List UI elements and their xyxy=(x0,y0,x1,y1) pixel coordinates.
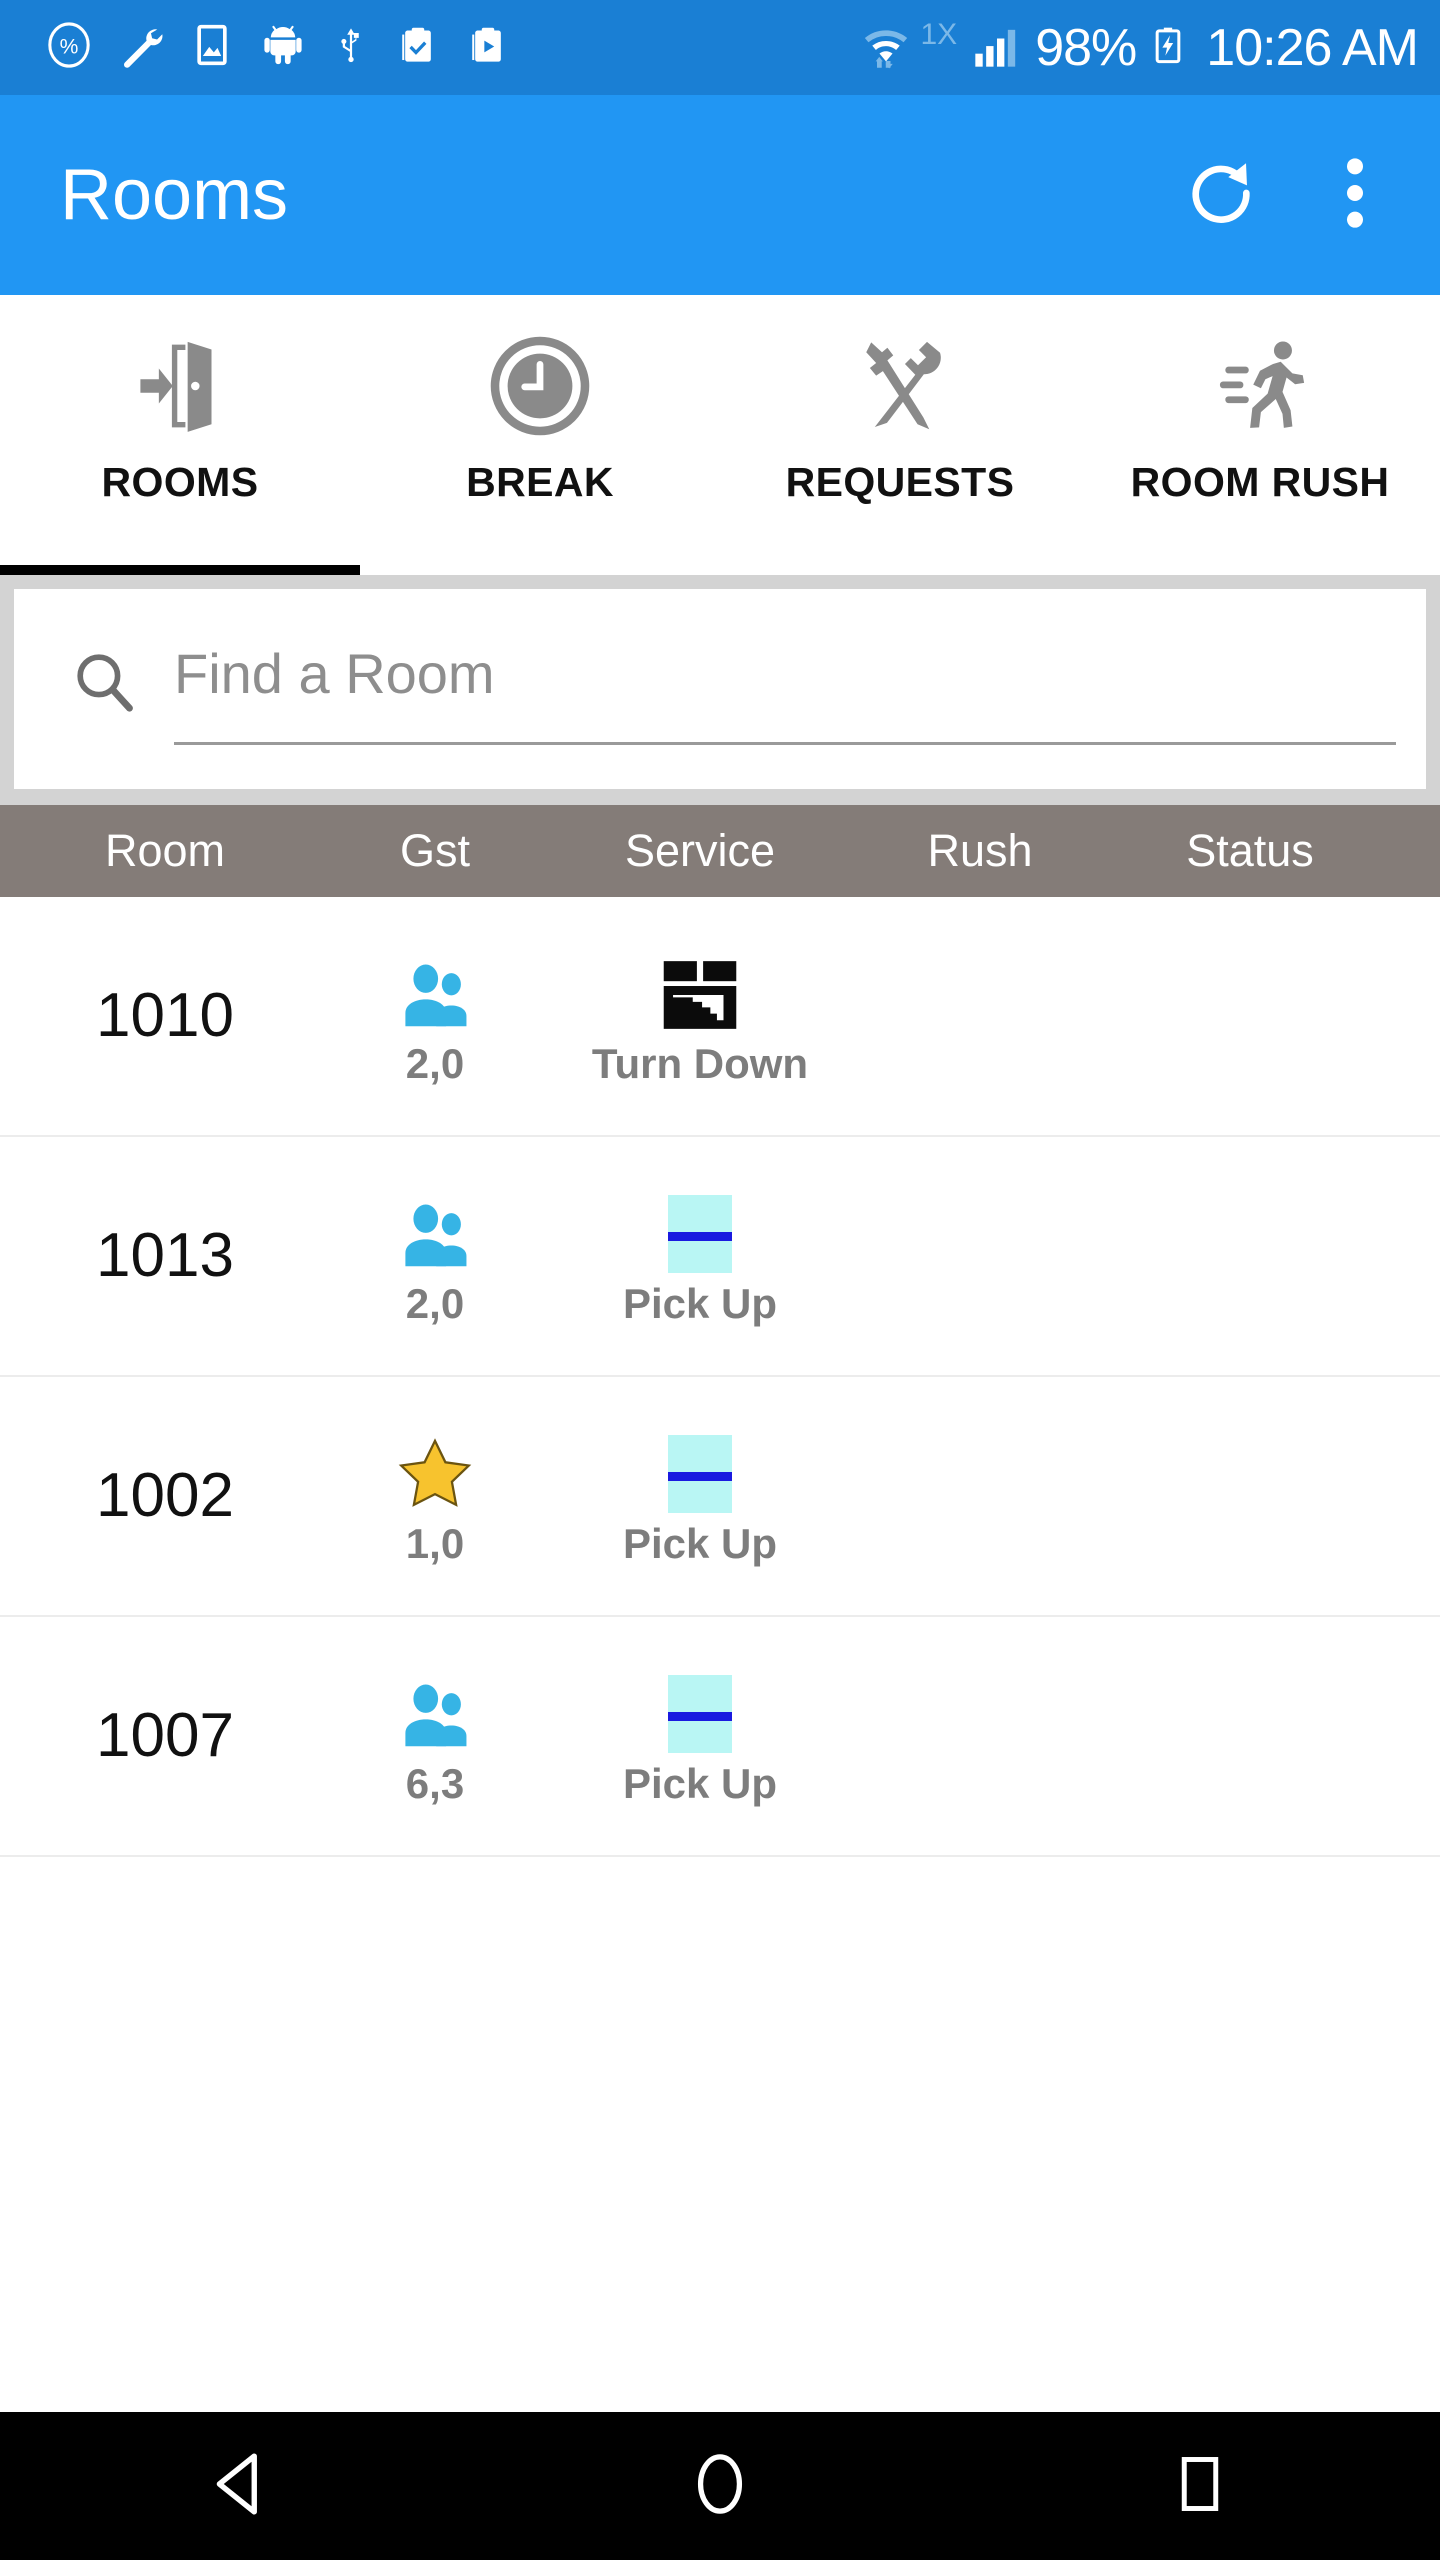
room-number-cell: 1002 xyxy=(0,1465,330,1527)
column-header-rush: Rush xyxy=(927,825,1033,876)
back-button[interactable] xyxy=(150,2412,330,2560)
guest-cell: 2,0 xyxy=(330,947,540,1085)
search-field xyxy=(174,641,1396,745)
tab-label: REQUESTS xyxy=(785,459,1015,505)
tab-label: BREAK xyxy=(466,459,614,505)
tab-label: ROOMS xyxy=(101,459,259,505)
table-row[interactable]: 1002 1,0 Pick Up xyxy=(0,1377,1440,1617)
home-button[interactable] xyxy=(630,2412,810,2560)
refresh-icon xyxy=(1183,155,1259,236)
system-navigation-bar xyxy=(0,2412,1440,2560)
tab-label: ROOM RUSH xyxy=(1130,459,1390,505)
table-row[interactable]: 1010 2,0 Turn Down xyxy=(0,897,1440,1137)
battery-charging-icon xyxy=(1148,16,1188,79)
room-number: 1010 xyxy=(96,981,234,1050)
room-number: 1013 xyxy=(96,1221,234,1290)
table-header-row: Room Gst Service Rush Status xyxy=(0,805,1440,897)
two-people-icon xyxy=(394,1667,476,1753)
pick-up-icon xyxy=(668,1667,732,1753)
service-cell: Pick Up xyxy=(540,1427,860,1565)
room-number: 1007 xyxy=(96,1701,234,1770)
svg-text:%: % xyxy=(60,36,79,59)
guest-count: 2,0 xyxy=(405,1280,465,1327)
page-title: Rooms xyxy=(60,155,289,235)
room-list: 1010 2,0 Turn Down 1013 2,0 Pick Up 1002… xyxy=(0,897,1440,2412)
guest-cell: 6,3 xyxy=(330,1667,540,1805)
two-people-icon xyxy=(394,947,476,1033)
search-input[interactable] xyxy=(174,641,1396,706)
wrench-icon xyxy=(118,20,164,75)
bed-turn-down-icon xyxy=(658,947,742,1033)
column-header-service: Service xyxy=(624,825,776,876)
status-bar-clock: 10:26 AM xyxy=(1206,18,1419,77)
guest-cell: 2,0 xyxy=(330,1187,540,1325)
column-header-room: Room xyxy=(104,825,226,876)
room-number-cell: 1013 xyxy=(0,1225,330,1287)
battery-percent-label: 98% xyxy=(1035,18,1137,77)
recents-square-icon xyxy=(1165,2442,1235,2531)
guest-cell: 1,0 xyxy=(330,1427,540,1565)
room-number-cell: 1007 xyxy=(0,1705,330,1767)
status-bar: % 1X 98% 10:26 AM xyxy=(0,0,1440,95)
status-bar-notification-icons: % xyxy=(46,20,859,75)
app-bar: Rooms xyxy=(0,95,1440,295)
table-row[interactable]: 1013 2,0 Pick Up xyxy=(0,1137,1440,1377)
service-label: Pick Up xyxy=(622,1760,778,1807)
wifi-icon xyxy=(859,17,913,78)
search-section xyxy=(0,575,1440,805)
clipboard-play-icon xyxy=(466,20,510,75)
service-cell: Pick Up xyxy=(540,1187,860,1325)
clipboard-check-icon xyxy=(396,20,440,75)
network-type-label: 1X xyxy=(920,17,958,51)
guest-count: 1,0 xyxy=(405,1520,465,1567)
room-number-cell: 1010 xyxy=(0,985,330,1047)
service-label: Pick Up xyxy=(622,1280,778,1327)
android-bug-icon xyxy=(260,20,306,75)
table-row[interactable]: 1007 6,3 Pick Up xyxy=(0,1617,1440,1857)
column-header-status: Status xyxy=(1186,825,1314,876)
overflow-menu-button[interactable] xyxy=(1310,150,1400,240)
tab-break[interactable]: BREAK xyxy=(360,295,720,575)
guest-count: 2,0 xyxy=(405,1040,465,1087)
percent-circle-icon: % xyxy=(46,20,92,75)
tab-active-indicator xyxy=(0,565,360,575)
app-screen: % 1X 98% 10:26 AM Rooms ROOMS BREAK REQU… xyxy=(0,0,1440,2560)
service-label: Pick Up xyxy=(622,1520,778,1567)
service-cell: Turn Down xyxy=(540,947,860,1085)
tab-rooms[interactable]: ROOMS xyxy=(0,295,360,575)
tab-requests[interactable]: REQUESTS xyxy=(720,295,1080,575)
guest-count: 6,3 xyxy=(405,1760,465,1807)
more-vertical-icon xyxy=(1344,153,1366,238)
clock-icon xyxy=(486,327,594,445)
running-person-icon xyxy=(1206,327,1314,445)
recents-button[interactable] xyxy=(1110,2412,1290,2560)
usb-icon xyxy=(332,20,370,75)
gallery-icon xyxy=(190,20,234,75)
home-circle-icon xyxy=(683,2442,757,2531)
pick-up-icon xyxy=(668,1187,732,1273)
tab-bar: ROOMS BREAK REQUESTS ROOM RUSH xyxy=(0,295,1440,575)
service-cell: Pick Up xyxy=(540,1667,860,1805)
column-header-gst: Gst xyxy=(399,825,470,876)
door-exit-icon xyxy=(126,327,234,445)
search-box[interactable] xyxy=(14,589,1426,789)
refresh-button[interactable] xyxy=(1176,150,1266,240)
tools-icon xyxy=(846,327,954,445)
app-bar-actions xyxy=(1176,150,1400,240)
status-bar-system-icons: 1X 98% 10:26 AM xyxy=(859,16,1419,79)
room-number: 1002 xyxy=(96,1461,234,1530)
vip-star-icon xyxy=(394,1427,476,1513)
tab-room-rush[interactable]: ROOM RUSH xyxy=(1080,295,1440,575)
cellular-signal-icon xyxy=(971,17,1023,78)
back-triangle-icon xyxy=(202,2442,278,2531)
service-label: Turn Down xyxy=(591,1040,809,1087)
pick-up-icon xyxy=(668,1427,732,1513)
search-icon xyxy=(62,641,146,715)
two-people-icon xyxy=(394,1187,476,1273)
